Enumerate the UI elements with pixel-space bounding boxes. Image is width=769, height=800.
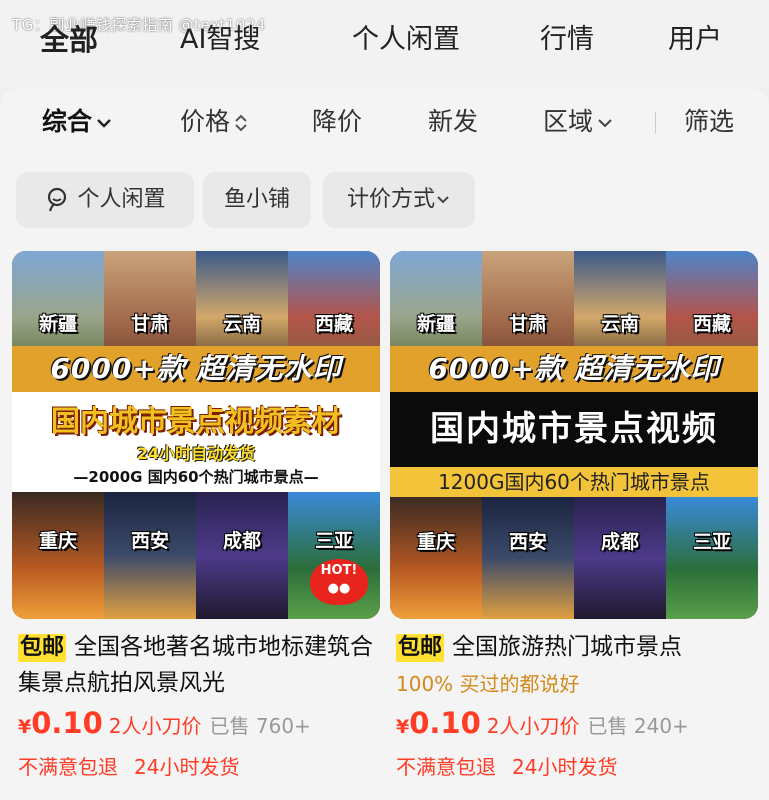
promo-title-block: 国内城市景点视频素材 24小时自动发货 —2000G 国内60个热门城市景点— — [12, 392, 380, 492]
tab-market[interactable]: 行情 — [540, 20, 594, 60]
promo-banner: 6000+款 超清无水印 — [390, 346, 758, 392]
promo-sub-text: 24小时自动发货 — [136, 444, 256, 463]
sort-price[interactable]: 价格 — [180, 102, 248, 142]
sort-price-drop[interactable]: 降价 — [312, 102, 362, 142]
product-title-text: 全国各地著名城市地标建筑合集景点航拍风景风光 — [18, 634, 374, 696]
service-tag: 24小时发货 — [134, 755, 240, 779]
product-card[interactable]: 新疆 甘肃 云南 西藏 6000+款 超清无水印 国内城市景点视频素材 24小时… — [12, 251, 380, 791]
service-tags: 不满意包退 24小时发货 — [18, 751, 255, 780]
divider — [655, 112, 656, 134]
sort-comprehensive[interactable]: 综合 — [42, 102, 112, 142]
sort-bar: 综合 价格 降价 新发 区域 筛选 — [0, 88, 769, 156]
tab-personal-idle[interactable]: 个人闲置 — [352, 20, 460, 60]
price: 0.10 — [31, 706, 103, 740]
tile-label: 甘肃 — [508, 313, 547, 335]
filter-chips: 个人闲置 鱼小铺 计价方式 — [0, 172, 769, 228]
chip-personal-idle[interactable]: 个人闲置 — [16, 172, 194, 228]
promo-main-text: 国内城市景点视频素材 — [50, 404, 341, 438]
tile-label: 三亚 — [314, 530, 353, 552]
tile-image: 西安 — [104, 492, 196, 619]
tile-label: 新疆 — [416, 313, 455, 335]
tile-label: 西藏 — [314, 313, 353, 335]
bargain-label: 2人小刀价 — [486, 714, 580, 738]
tile-label: 甘肃 — [130, 313, 169, 335]
person-icon — [48, 187, 67, 212]
praise-text: 100% 买过的都说好 — [396, 672, 580, 696]
chevron-down-icon — [437, 196, 449, 204]
product-title-text: 全国旅游热门城市景点 — [452, 634, 683, 660]
tile-image: 三亚 — [666, 497, 758, 619]
promo-banner: 6000+款 超清无水印 — [12, 346, 380, 392]
tile-label: 云南 — [600, 313, 639, 335]
tile-label: 重庆 — [416, 531, 455, 553]
service-tags: 不满意包退 24小时发货 — [396, 751, 633, 780]
promo-main-text: 国内城市景点视频 — [390, 392, 758, 467]
tile-label: 成都 — [222, 530, 261, 552]
service-tag: 24小时发货 — [512, 755, 618, 779]
currency-symbol: ¥ — [396, 716, 410, 738]
promo-sub-text-2: —2000G 国内60个热门城市景点— — [73, 468, 319, 486]
sort-updown-icon — [235, 114, 247, 132]
hot-badge: HOT! ●● — [310, 559, 368, 605]
free-shipping-badge: 包邮 — [18, 634, 67, 662]
top-tab-bar: TG：副业赚钱探索指南 @text1024 全部 AI智搜 个人闲置 行情 用户 — [0, 0, 769, 88]
product-title[interactable]: 包邮 全国各地著名城市地标建筑合集景点航拍风景风光 — [18, 629, 378, 701]
sort-region[interactable]: 区域 — [543, 102, 613, 142]
sort-region-label: 区域 — [543, 107, 594, 136]
sort-new[interactable]: 新发 — [428, 102, 478, 142]
tile-label: 西安 — [508, 531, 547, 553]
sort-price-label: 价格 — [180, 107, 231, 136]
price-row: ¥0.10 2人小刀价 已售 760+ — [18, 706, 311, 746]
free-shipping-badge: 包邮 — [396, 634, 445, 662]
bargain-label: 2人小刀价 — [108, 714, 202, 738]
chip-pricing-method[interactable]: 计价方式 — [323, 172, 475, 228]
tile-label: 云南 — [222, 313, 261, 335]
product-thumbnail[interactable]: 新疆 甘肃 云南 西藏 6000+款 超清无水印 国内城市景点视频素材 24小时… — [12, 251, 380, 619]
service-tag: 不满意包退 — [18, 755, 118, 779]
chevron-down-icon — [598, 119, 612, 128]
sort-comprehensive-label: 综合 — [42, 107, 93, 136]
tile-label: 西安 — [130, 530, 169, 552]
service-tag: 不满意包退 — [396, 755, 496, 779]
tile-image: 成都 — [196, 492, 288, 619]
product-card[interactable]: 新疆 甘肃 云南 西藏 6000+款 超清无水印 国内城市景点视频 1200G国… — [390, 251, 758, 791]
chip-fish-shop[interactable]: 鱼小铺 — [203, 172, 311, 228]
tile-label: 三亚 — [692, 531, 731, 553]
tile-image: 成都 — [574, 497, 666, 619]
tile-image: 西安 — [482, 497, 574, 619]
chip-pricing-method-label: 计价方式 — [346, 187, 435, 212]
tab-users[interactable]: 用户 — [668, 20, 722, 60]
tile-label: 西藏 — [692, 313, 731, 335]
tile-label: 成都 — [600, 531, 639, 553]
price: 0.10 — [409, 706, 481, 740]
tab-all[interactable]: 全部 — [40, 20, 99, 60]
product-thumbnail[interactable]: 新疆 甘肃 云南 西藏 6000+款 超清无水印 国内城市景点视频 1200G国… — [390, 251, 758, 619]
results-panel: 综合 价格 降价 新发 区域 筛选 个人闲置 鱼小铺 计价方式 新疆 甘肃 云南… — [0, 88, 769, 800]
tab-ai-search[interactable]: AI智搜 — [180, 20, 260, 60]
eyes-icon: ●● — [327, 581, 351, 596]
promo-sub-text: 1200G国内60个热门城市景点 — [390, 467, 758, 497]
hot-text: HOT! — [320, 563, 358, 578]
tile-image: 重庆 — [390, 497, 482, 619]
price-row: ¥0.10 2人小刀价 已售 240+ — [396, 706, 689, 746]
filter-button[interactable]: 筛选 — [684, 102, 734, 142]
sold-count: 已售 240+ — [587, 714, 689, 738]
chevron-down-icon — [97, 119, 111, 128]
sold-count: 已售 760+ — [209, 714, 311, 738]
currency-symbol: ¥ — [18, 716, 32, 738]
tile-image: 重庆 — [12, 492, 104, 619]
tile-label: 新疆 — [38, 313, 77, 335]
product-title[interactable]: 包邮 全国旅游热门城市景点 — [396, 629, 756, 665]
tile-label: 重庆 — [38, 530, 77, 552]
chip-personal-idle-label: 个人闲置 — [77, 187, 166, 212]
